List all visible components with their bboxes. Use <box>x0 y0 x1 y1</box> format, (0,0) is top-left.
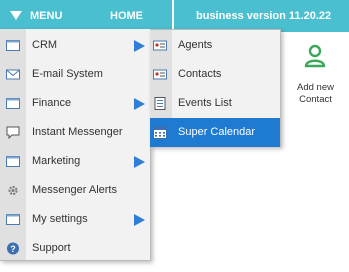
folder-icon <box>6 98 20 109</box>
submenu-item-label: Contacts <box>178 68 222 80</box>
id-card-icon <box>153 69 167 80</box>
menu-item-instant-messenger[interactable]: Instant Messenger <box>0 118 150 147</box>
menu-item-label: CRM <box>32 39 58 51</box>
calendar-icon <box>153 126 167 139</box>
speech-bubble-icon <box>6 126 20 139</box>
crm-submenu: Agents Contacts Events List Super Calend… <box>150 29 281 147</box>
version-label: business version 11.20.22 <box>196 10 332 22</box>
submenu-item-label: Super Calendar <box>178 126 256 138</box>
help-icon: ? <box>7 242 19 255</box>
menu-item-label: My settings <box>32 213 88 225</box>
submenu-arrow-icon <box>134 156 145 168</box>
menu-item-messenger-alerts[interactable]: Messenger Alerts <box>0 176 150 205</box>
top-bar: MENU HOME business version 11.20.22 <box>0 0 349 32</box>
gear-icon <box>8 186 18 195</box>
svg-text:?: ? <box>10 244 16 254</box>
menu-item-label: Instant Messenger <box>32 126 123 138</box>
id-card-icon <box>153 40 167 51</box>
main-menu: CRM E-mail System Finance Instant Messen… <box>0 29 151 261</box>
menu-item-label: Support <box>32 242 71 254</box>
menu-label: MENU <box>30 10 63 22</box>
home-button[interactable]: HOME <box>110 0 143 32</box>
menu-item-label: E-mail System <box>32 68 103 80</box>
menu-item-label: Marketing <box>32 155 81 167</box>
folder-icon <box>6 214 20 225</box>
menu-item-crm[interactable]: CRM <box>0 31 150 60</box>
folder-icon <box>6 40 20 51</box>
user-add-icon <box>304 44 326 68</box>
add-new-contact-label: Add new Contact <box>282 82 349 106</box>
add-new-contact-line1: Add new <box>297 82 334 93</box>
top-bar-menu-section: MENU HOME <box>0 0 172 32</box>
top-bar-version-section: business version 11.20.22 <box>174 0 349 32</box>
menu-item-label: Messenger Alerts <box>32 184 117 196</box>
menu-item-finance[interactable]: Finance <box>0 89 150 118</box>
submenu-item-agents[interactable]: Agents <box>150 31 280 60</box>
submenu-arrow-icon <box>134 98 145 110</box>
submenu-item-label: Agents <box>178 39 213 51</box>
menu-item-label: Finance <box>32 97 72 109</box>
submenu-arrow-icon <box>134 40 145 52</box>
submenu-item-events-list[interactable]: Events List <box>150 89 280 118</box>
list-icon <box>154 97 166 110</box>
menu-item-marketing[interactable]: Marketing <box>0 147 150 176</box>
menu-item-my-settings[interactable]: My settings <box>0 205 150 234</box>
menu-triangle-icon <box>10 10 22 20</box>
menu-item-support[interactable]: ? Support <box>0 234 150 263</box>
folder-icon <box>6 156 20 167</box>
add-new-contact-button[interactable]: Add new Contact <box>282 36 349 126</box>
submenu-item-contacts[interactable]: Contacts <box>150 60 280 89</box>
menu-item-email-system[interactable]: E-mail System <box>0 60 150 89</box>
menu-button[interactable]: MENU <box>10 0 62 32</box>
envelope-icon <box>6 69 20 80</box>
add-new-contact-line2: Contact <box>299 94 332 105</box>
submenu-item-label: Events List <box>178 97 232 109</box>
submenu-item-super-calendar[interactable]: Super Calendar <box>150 118 280 147</box>
submenu-arrow-icon <box>134 214 145 226</box>
